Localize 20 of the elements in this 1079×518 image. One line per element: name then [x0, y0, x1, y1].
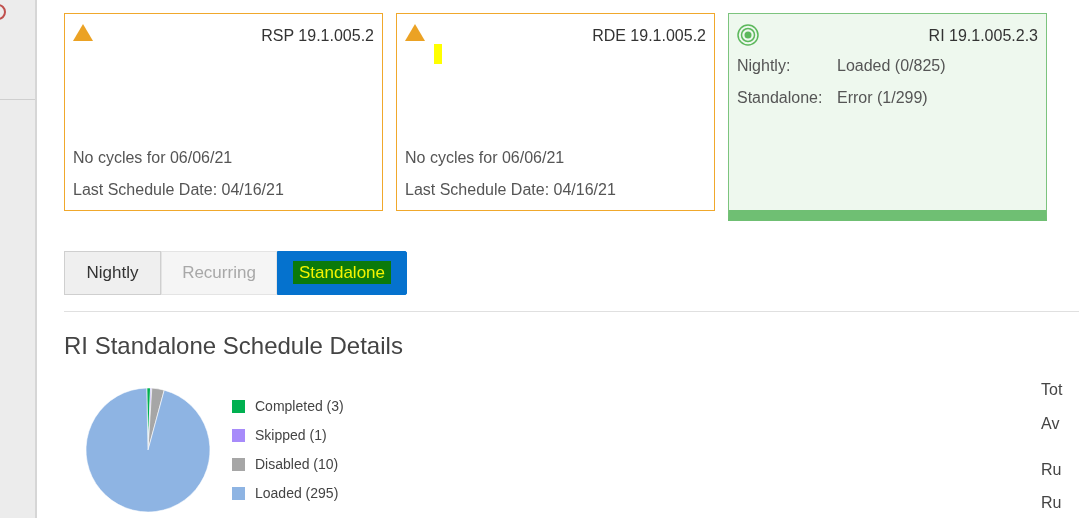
card-text: No cycles for 06/06/21	[405, 148, 566, 168]
card-text: Last Schedule Date: 04/16/21	[405, 180, 617, 200]
section-heading: RI Standalone Schedule Details	[64, 331, 404, 361]
status-value: Loaded (0/825)	[837, 56, 946, 76]
summary-label: Ru	[1041, 493, 1063, 513]
summary-label: Ru	[1041, 460, 1063, 480]
card-title: RDE 19.1.005.2	[592, 26, 706, 46]
status-value: Error (1/299)	[837, 88, 928, 108]
card-title: RSP 19.1.005.2	[261, 26, 374, 46]
legend-label: Disabled (10)	[255, 455, 339, 474]
card-text: Last Schedule Date: 04/16/21	[73, 180, 285, 200]
legend-label: Loaded (295)	[255, 484, 339, 503]
status-label: Nightly:	[737, 56, 792, 76]
summary-label: Av	[1041, 414, 1061, 434]
card-title: RI 19.1.005.2.3	[928, 26, 1038, 46]
legend-label: Skipped (1)	[255, 426, 327, 445]
summary-label: Tot	[1041, 380, 1063, 400]
status-label: Standalone:	[737, 88, 824, 108]
card-text: No cycles for 06/06/21	[73, 148, 234, 168]
legend-label: Completed (3)	[255, 397, 344, 416]
